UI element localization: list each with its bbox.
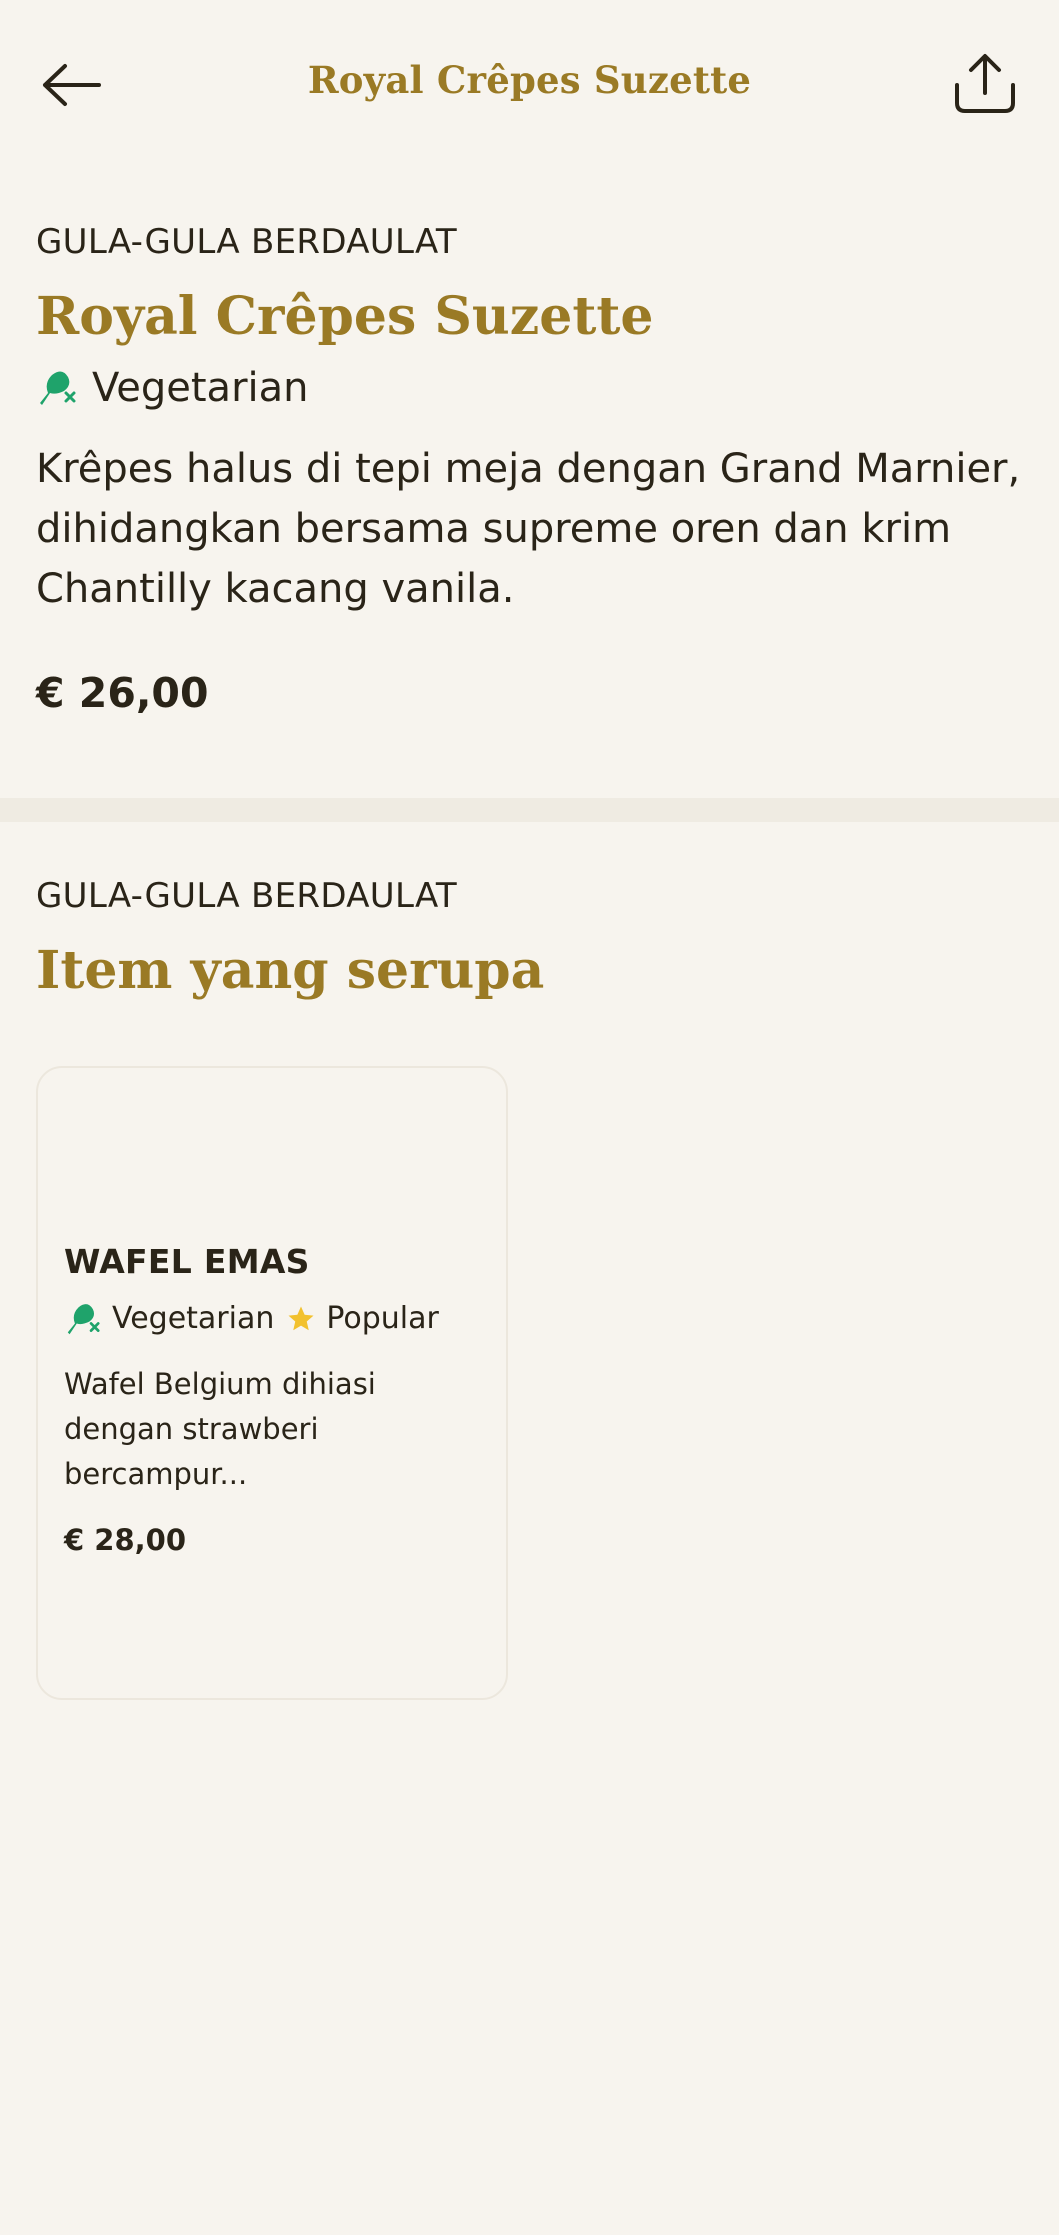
- card-item-description: Wafel Belgium dihiasi dengan strawberi b…: [64, 1367, 376, 1491]
- top-app-bar: Royal Crêpes Suzette: [0, 0, 1059, 170]
- similar-item-card[interactable]: WAFEL EMAS Vegetarian Popular Wafel Belg…: [36, 1066, 508, 1700]
- vegetarian-tag: Vegetarian: [64, 1301, 274, 1336]
- similar-items-section: GULA-GULA BERDAULAT Item yang serupa: [36, 876, 1026, 999]
- card-tags: Vegetarian Popular: [64, 1301, 494, 1336]
- item-price: € 26,00: [36, 669, 209, 718]
- share-upload-icon: [955, 54, 1015, 113]
- card-item-name: WAFEL EMAS: [64, 1242, 310, 1281]
- no-meat-drumstick-icon: [40, 371, 76, 406]
- diet-badge: Vegetarian: [36, 365, 1026, 411]
- card-item-price: € 28,00: [64, 1523, 187, 1557]
- page-title: Royal Crêpes Suzette: [307, 58, 752, 102]
- popular-label: Popular: [326, 1301, 439, 1336]
- star-icon: [288, 1306, 314, 1330]
- no-meat-drumstick-icon: [67, 1303, 100, 1334]
- vegetarian-label: Vegetarian: [112, 1301, 275, 1336]
- item-category: GULA-GULA BERDAULAT: [36, 222, 457, 262]
- popular-tag: Popular: [286, 1301, 439, 1336]
- similar-title: Item yang serupa: [36, 940, 545, 1001]
- share-button[interactable]: [947, 46, 1023, 122]
- item-description: Krêpes halus di tepi meja dengan Grand M…: [36, 446, 1021, 613]
- section-divider: [0, 798, 1059, 822]
- item-detail-section: GULA-GULA BERDAULAT Royal Crêpes Suzette…: [36, 222, 1026, 717]
- similar-category: GULA-GULA BERDAULAT: [36, 876, 457, 916]
- item-title: Royal Crêpes Suzette: [36, 286, 654, 347]
- diet-label: Vegetarian: [92, 365, 309, 412]
